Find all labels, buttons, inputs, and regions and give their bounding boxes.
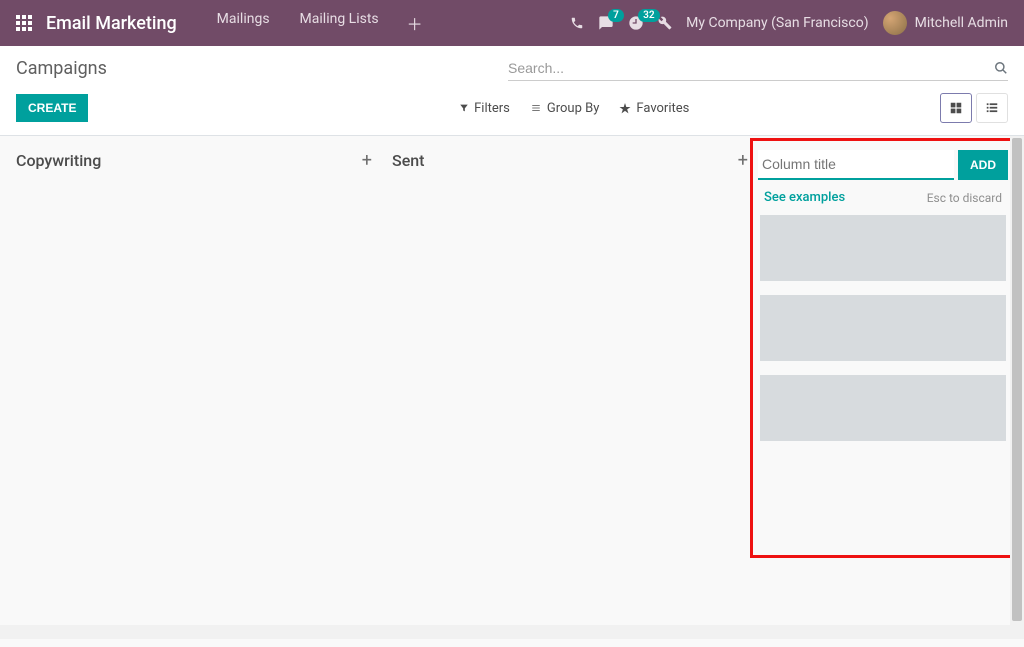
list-icon xyxy=(985,101,999,115)
messaging-badge: 7 xyxy=(608,9,624,22)
breadcrumb: Campaigns xyxy=(16,58,107,79)
placeholder-cards xyxy=(758,215,1008,441)
column-title[interactable]: Copywriting xyxy=(16,151,101,170)
favorites-menu[interactable]: Favorites xyxy=(619,101,689,116)
vertical-scrollbar[interactable] xyxy=(1010,136,1024,639)
placeholder-card xyxy=(760,295,1006,361)
activity-badge: 32 xyxy=(638,9,659,22)
esc-hint: Esc to discard xyxy=(927,191,1002,205)
activity-icon[interactable]: 32 xyxy=(628,15,644,31)
company-selector[interactable]: My Company (San Francisco) xyxy=(686,15,868,31)
new-column-form: ADD See examples Esc to discard xyxy=(758,144,1008,631)
user-name: Mitchell Admin xyxy=(915,15,1008,31)
column-title-input[interactable] xyxy=(758,150,954,180)
add-column-button[interactable]: ADD xyxy=(958,150,1008,180)
star-icon xyxy=(619,102,631,114)
column-add-icon[interactable]: + xyxy=(362,150,372,171)
filters-menu[interactable]: Filters xyxy=(459,101,510,116)
kanban-column: Copywriting + xyxy=(6,144,382,631)
phone-icon[interactable] xyxy=(570,16,584,30)
messaging-icon[interactable]: 7 xyxy=(598,15,614,31)
groupby-menu[interactable]: Group By xyxy=(530,101,600,116)
kanban-view-button[interactable] xyxy=(940,93,972,123)
column-title[interactable]: Sent xyxy=(392,151,425,170)
see-examples-link[interactable]: See examples xyxy=(764,190,845,205)
funnel-icon xyxy=(459,103,469,113)
kanban-icon xyxy=(949,101,963,115)
list-icon xyxy=(530,103,542,113)
column-add-icon[interactable]: + xyxy=(738,150,748,171)
search-icon[interactable] xyxy=(994,61,1008,75)
user-menu[interactable]: Mitchell Admin xyxy=(883,11,1008,35)
kanban-board: Copywriting + Sent + ADD See examples Es… xyxy=(0,136,1024,639)
search-input[interactable] xyxy=(508,60,994,76)
control-panel: Campaigns CREATE Filters Group By Favori… xyxy=(0,46,1024,136)
debug-icon[interactable] xyxy=(658,16,672,30)
horizontal-scrollbar[interactable] xyxy=(0,625,1010,639)
placeholder-card xyxy=(760,215,1006,281)
search-wrap xyxy=(508,56,1008,81)
list-view-button[interactable] xyxy=(976,93,1008,123)
kanban-column: Sent + xyxy=(382,144,758,631)
top-navbar: Email Marketing Mailings Mailing Lists ＋… xyxy=(0,0,1024,46)
avatar xyxy=(883,11,907,35)
nav-mailings[interactable]: Mailings xyxy=(205,5,282,41)
nav-add-icon[interactable]: ＋ xyxy=(397,5,433,41)
nav-mailing-lists[interactable]: Mailing Lists xyxy=(288,5,391,41)
apps-icon[interactable] xyxy=(16,15,32,31)
placeholder-card xyxy=(760,375,1006,441)
create-button[interactable]: CREATE xyxy=(16,94,88,122)
app-title[interactable]: Email Marketing xyxy=(46,13,177,34)
